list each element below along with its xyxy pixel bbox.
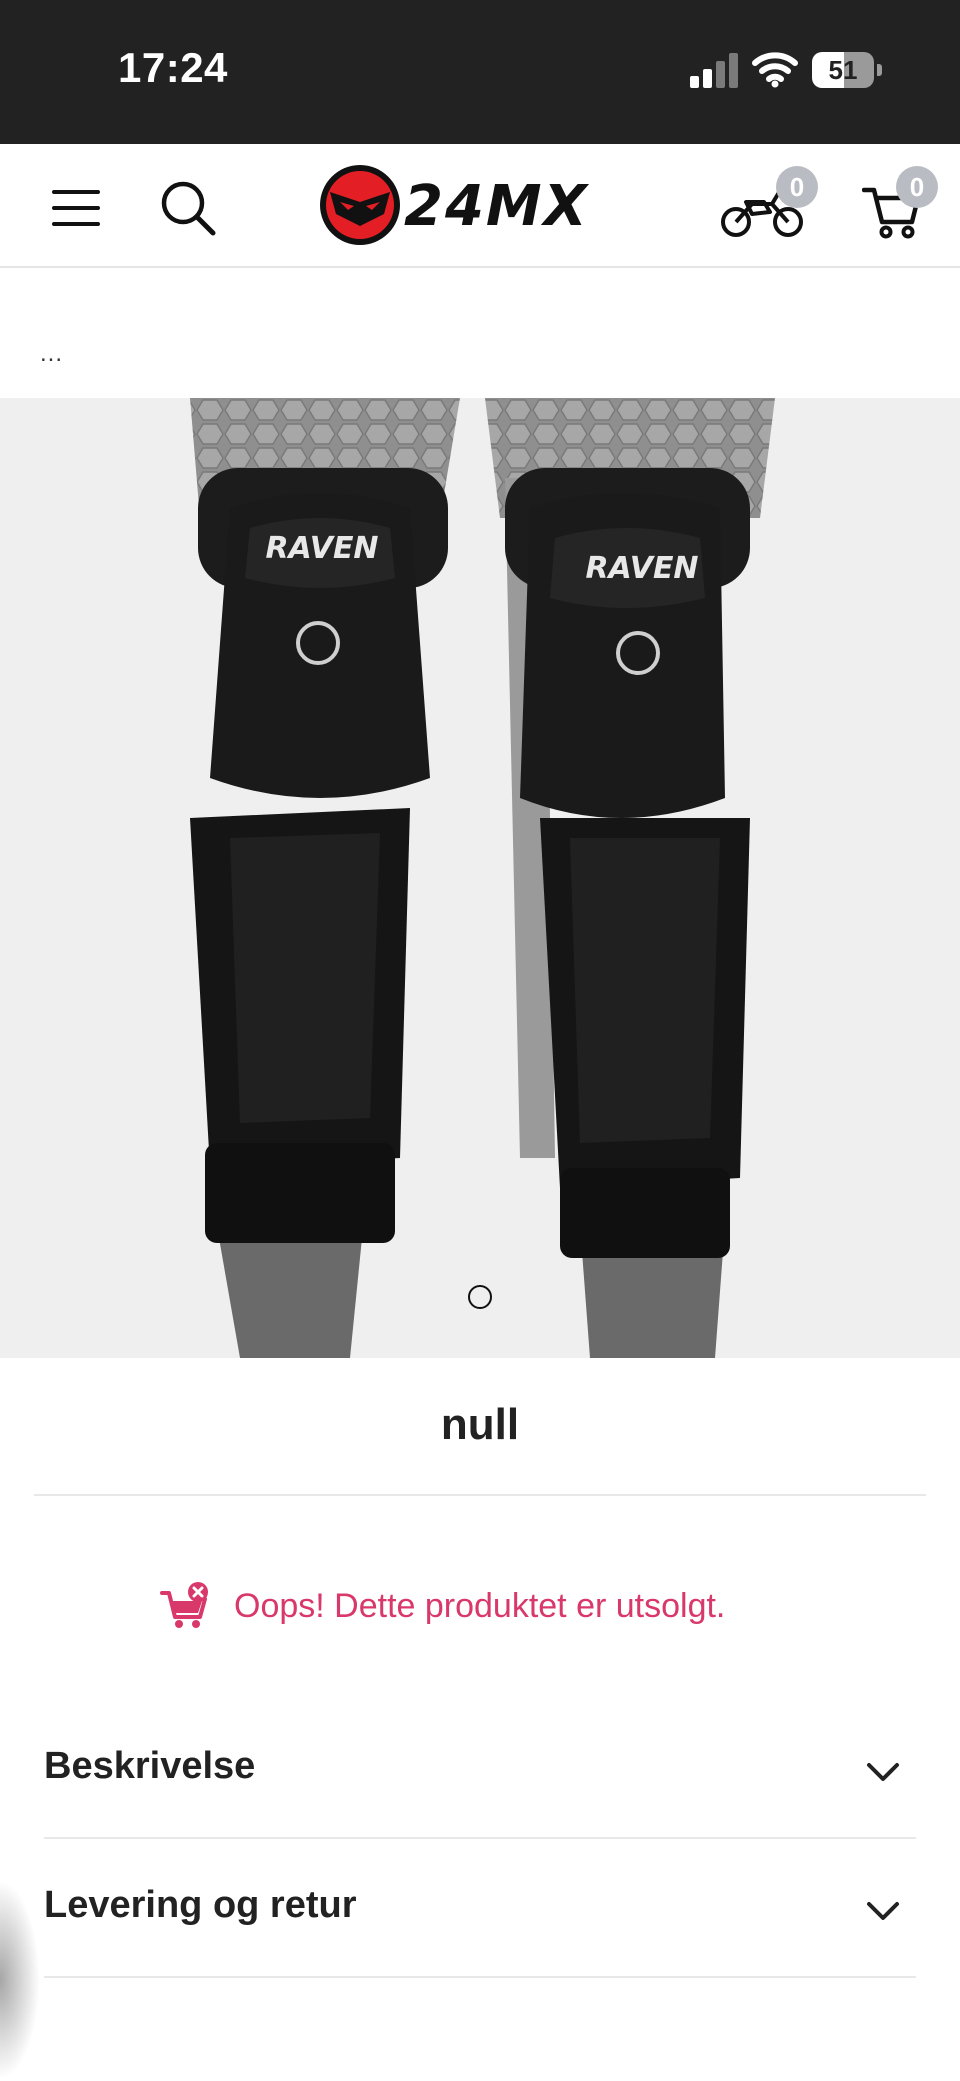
search-icon[interactable] [158,178,218,238]
accordion-description[interactable]: Beskrivelse [44,1701,916,1839]
wifi-icon [752,52,798,88]
site-logo[interactable]: 24MX [318,162,642,248]
product-title: null [440,1400,520,1449]
status-time: 17:24 [118,44,228,91]
image-brand-text-left: RAVEN [265,531,378,566]
out-of-stock-notice: Oops! Dette produktet er utsolgt. [160,1578,725,1634]
accordion-delivery-returns[interactable]: Levering og retur [44,1840,916,1978]
chevron-down-icon [867,1902,899,1920]
product-image-carousel[interactable]: RAVEN RAVEN [0,398,960,1358]
carousel-dot-active[interactable] [468,1285,492,1309]
cart-count-badge: 0 [896,166,938,208]
breadcrumb[interactable]: ... [40,340,63,368]
accordion-label: Levering og retur [44,1884,357,1926]
garage-count-badge: 0 [776,166,818,208]
product-image: RAVEN RAVEN [0,398,960,1358]
image-brand-text-right: RAVEN [585,551,698,586]
battery-icon: 51 [812,52,882,88]
logo-mask-icon [320,165,400,245]
battery-level-text: 51 [828,55,858,85]
cart-remove-icon [160,1582,208,1628]
cellular-signal-icon [690,53,738,88]
divider [34,1494,926,1496]
site-header: 24MX 0 0 [0,144,960,268]
logo-text: 24MX [404,174,589,239]
out-of-stock-text: Oops! Dette produktet er utsolgt. [234,1586,726,1625]
chevron-down-icon [867,1763,899,1781]
menu-icon[interactable] [48,180,104,236]
status-bar: 17:24 51 [0,0,960,144]
accordion-label: Beskrivelse [44,1745,256,1787]
edge-shadow [0,1880,40,2080]
